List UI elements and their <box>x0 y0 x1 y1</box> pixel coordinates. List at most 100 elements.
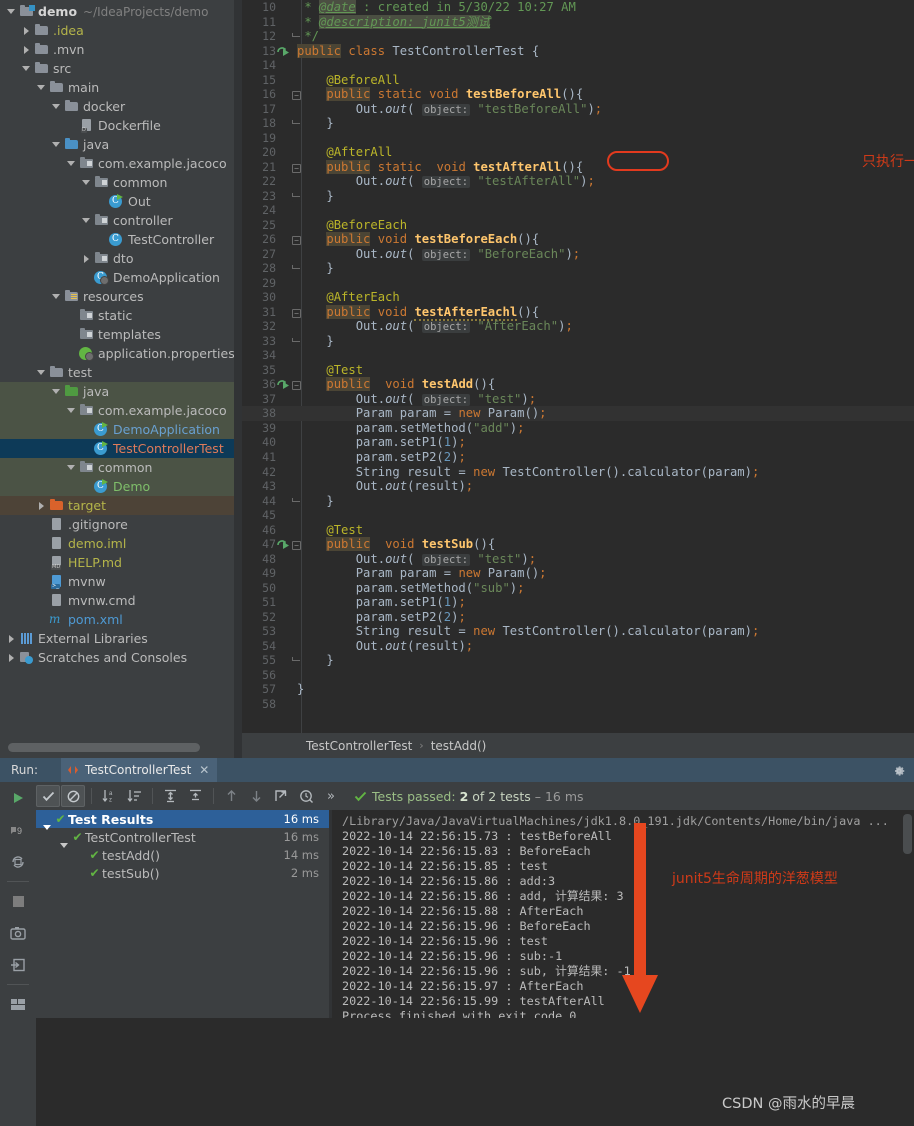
run-test-gutter-icon[interactable] <box>276 46 290 58</box>
project-tree-row[interactable]: External Libraries <box>0 629 242 648</box>
test-tree-row[interactable]: ✔testAdd()14 ms <box>36 846 329 864</box>
project-tree-row[interactable]: CDemoApplication <box>0 420 242 439</box>
editor-line[interactable]: 48 Out.out( object: "test"); <box>242 552 914 567</box>
run-test-gutter-icon[interactable] <box>276 539 290 551</box>
rerun-failed-icon[interactable]: 9 <box>0 814 36 846</box>
editor-line[interactable]: 28 } <box>242 261 914 276</box>
project-tree-row[interactable]: mvnw.cmd <box>0 591 242 610</box>
project-tree-row[interactable]: java <box>0 135 242 154</box>
test-tree-row[interactable]: ✔Test Results16 ms <box>36 810 329 828</box>
project-tree-row[interactable]: .gitignore <box>0 515 242 534</box>
editor-line[interactable]: 55 } <box>242 653 914 668</box>
editor-line[interactable]: 29 <box>242 276 914 291</box>
chevron-down-icon[interactable] <box>66 158 77 169</box>
project-tree-row[interactable]: docker <box>0 97 242 116</box>
rerun-icon[interactable] <box>0 782 36 814</box>
editor-line[interactable]: 20 @AfterAll <box>242 145 914 160</box>
project-tree-row[interactable]: DDockerfile <box>0 116 242 135</box>
editor-line[interactable]: 23 } <box>242 189 914 204</box>
editor-line[interactable]: 18 } <box>242 116 914 131</box>
project-tree-row[interactable]: demo~/IdeaProjects/demo <box>0 2 242 21</box>
chevron-down-icon[interactable] <box>21 63 32 74</box>
code-editor[interactable]: 10 * @date : created in 5/30/22 10:27 AM… <box>242 0 914 733</box>
editor-line[interactable]: 35 @Test <box>242 363 914 378</box>
prev-failed-icon[interactable] <box>219 785 243 807</box>
editor-line[interactable]: 37 Out.out( object: "test"); <box>242 392 914 407</box>
editor-line[interactable]: 27 Out.out( object: "BeforeEach"); <box>242 247 914 262</box>
project-tree[interactable]: demo~/IdeaProjects/demo.idea.mvnsrcmaind… <box>0 0 242 667</box>
editor-line[interactable]: 31− public void testAfterEachl(){ <box>242 305 914 320</box>
chevron-down-icon[interactable] <box>66 405 77 416</box>
chevron-right-icon[interactable] <box>6 633 17 644</box>
editor-line[interactable]: 54 Out.out(result); <box>242 639 914 654</box>
editor-line[interactable]: 40 param.setP1(1); <box>242 435 914 450</box>
project-tree-row[interactable]: target <box>0 496 242 515</box>
editor-line[interactable]: 25 @BeforeEach <box>242 218 914 233</box>
console-scrollbar-thumb[interactable] <box>903 814 912 854</box>
chevron-down-icon[interactable] <box>66 462 77 473</box>
chevron-down-icon[interactable] <box>6 6 17 17</box>
breadcrumb-method[interactable]: testAdd() <box>431 739 487 753</box>
project-tree-row[interactable]: common <box>0 173 242 192</box>
test-results-toolbar[interactable]: az <box>36 782 914 810</box>
project-tree-row[interactable]: dto <box>0 249 242 268</box>
editor-line[interactable]: 42 String result = new TestController().… <box>242 465 914 480</box>
export-icon[interactable] <box>0 949 36 981</box>
editor-line[interactable]: 15 @BeforeAll <box>242 73 914 88</box>
project-tree-row[interactable]: Scratches and Consoles <box>0 648 242 667</box>
chevron-down-icon[interactable] <box>51 139 62 150</box>
editor-line[interactable]: 53 String result = new TestController().… <box>242 624 914 639</box>
editor-line[interactable]: 56 <box>242 668 914 683</box>
editor-line[interactable]: 13public class TestControllerTest { <box>242 44 914 59</box>
project-tree-row[interactable]: COut <box>0 192 242 211</box>
layout-icon[interactable] <box>0 988 36 1020</box>
project-tree-row[interactable]: static <box>0 306 242 325</box>
editor-line[interactable]: 45 <box>242 508 914 523</box>
editor-line[interactable]: 36− public void testAdd(){ <box>242 377 914 392</box>
show-passed-icon[interactable] <box>36 785 60 807</box>
sort-alphabetically-icon[interactable]: az <box>97 785 121 807</box>
project-tree-row[interactable]: demo.iml <box>0 534 242 553</box>
project-tree-row[interactable]: templates <box>0 325 242 344</box>
chevron-right-icon[interactable] <box>21 44 32 55</box>
project-tree-row[interactable]: >_mvnw <box>0 572 242 591</box>
editor-line[interactable]: 10 * @date : created in 5/30/22 10:27 AM <box>242 0 914 15</box>
test-tree-row[interactable]: ✔testSub()2 ms <box>36 864 329 882</box>
project-tree-row[interactable]: java <box>0 382 242 401</box>
project-tree-row[interactable]: src <box>0 59 242 78</box>
next-failed-icon[interactable] <box>244 785 268 807</box>
chevron-down-icon[interactable] <box>51 386 62 397</box>
toggle-auto-test-icon[interactable] <box>0 846 36 878</box>
stop-icon[interactable] <box>0 885 36 917</box>
history-icon[interactable] <box>294 785 318 807</box>
editor-line[interactable]: 50 param.setMethod("sub"); <box>242 581 914 596</box>
breadcrumb-class[interactable]: TestControllerTest <box>306 739 412 753</box>
editor-line[interactable]: 30 @AfterEach <box>242 290 914 305</box>
editor-line[interactable]: 34 <box>242 348 914 363</box>
project-tree-row[interactable]: main <box>0 78 242 97</box>
more-icon[interactable]: » <box>319 785 343 807</box>
project-tree-row[interactable]: .idea <box>0 21 242 40</box>
chevron-down-icon[interactable] <box>51 101 62 112</box>
editor-line[interactable]: 39 param.setMethod("add"); <box>242 421 914 436</box>
chevron-down-icon[interactable] <box>51 291 62 302</box>
editor-line[interactable]: 43 Out.out(result); <box>242 479 914 494</box>
project-tree-row[interactable]: .mvn <box>0 40 242 59</box>
screenshot-icon[interactable] <box>0 917 36 949</box>
run-test-gutter-icon[interactable] <box>276 379 290 391</box>
editor-line[interactable]: 52 param.setP2(2); <box>242 610 914 625</box>
scrollbar-thumb[interactable] <box>8 743 200 752</box>
editor-line[interactable]: 51 param.setP1(1); <box>242 595 914 610</box>
editor-line[interactable]: 44 } <box>242 494 914 509</box>
project-tree-row[interactable]: CDemoApplication <box>0 268 242 287</box>
project-horizontal-scrollbar[interactable] <box>0 741 234 754</box>
chevron-right-icon[interactable] <box>21 25 32 36</box>
project-tool-window[interactable]: demo~/IdeaProjects/demo.idea.mvnsrcmaind… <box>0 0 242 758</box>
editor-line[interactable]: 24 <box>242 203 914 218</box>
chevron-down-icon[interactable] <box>81 215 92 226</box>
run-tab-testcontrollertest[interactable]: TestControllerTest ✕ <box>61 758 217 782</box>
editor-line[interactable]: 11 * @description: junit5测试 <box>242 15 914 30</box>
editor-line[interactable]: 46 @Test <box>242 523 914 538</box>
editor-line[interactable]: 26− public void testBeforeEach(){ <box>242 232 914 247</box>
collapse-all-icon[interactable] <box>183 785 207 807</box>
